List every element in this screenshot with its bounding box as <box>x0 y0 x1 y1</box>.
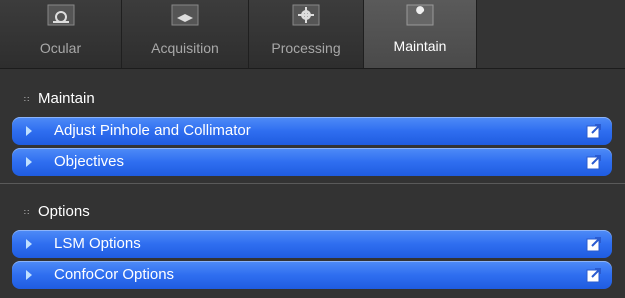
section-options-header[interactable]: ∷ Options <box>0 197 625 227</box>
expand-arrow-icon <box>26 157 32 167</box>
gear-icon <box>292 4 320 26</box>
bar-label: Objectives <box>54 153 125 170</box>
section-options-title: Options <box>38 203 90 220</box>
popout-icon[interactable] <box>586 267 602 283</box>
expand-arrow-icon <box>26 126 32 136</box>
section-maintain-title: Maintain <box>38 90 95 107</box>
bar-label: Adjust Pinhole and Collimator <box>54 122 251 139</box>
tab-ocular[interactable]: Ocular <box>0 0 122 68</box>
grip-icon: ∷ <box>24 208 30 217</box>
acquisition-icon <box>171 4 199 26</box>
expand-arrow-icon <box>26 239 32 249</box>
tool-panel: Ocular Acquisition Processing Maintain ∷… <box>0 0 625 298</box>
confocor-options-button[interactable]: ConfoCor Options <box>12 261 612 289</box>
bar-label: ConfoCor Options <box>54 266 175 283</box>
tab-maintain-label: Maintain <box>393 38 447 54</box>
tab-ocular-label: Ocular <box>39 40 82 56</box>
adjust-pinhole-collimator-button[interactable]: Adjust Pinhole and Collimator <box>12 117 612 145</box>
wrench-icon <box>406 4 434 26</box>
tab-acquisition[interactable]: Acquisition <box>122 0 249 68</box>
tab-bar: Ocular Acquisition Processing Maintain <box>0 0 625 69</box>
tab-processing[interactable]: Processing <box>249 0 364 68</box>
tab-maintain[interactable]: Maintain <box>364 0 477 68</box>
grip-icon: ∷ <box>24 95 30 104</box>
section-divider <box>0 183 625 184</box>
tab-bar-filler <box>477 0 625 68</box>
bar-label: LSM Options <box>54 235 141 252</box>
objectives-button[interactable]: Objectives <box>12 148 612 176</box>
popout-icon[interactable] <box>586 123 602 139</box>
tab-acquisition-label: Acquisition <box>151 40 219 56</box>
popout-icon[interactable] <box>586 154 602 170</box>
popout-icon[interactable] <box>586 236 602 252</box>
expand-arrow-icon <box>26 270 32 280</box>
lsm-options-button[interactable]: LSM Options <box>12 230 612 258</box>
section-maintain-header[interactable]: ∷ Maintain <box>0 84 625 114</box>
tab-processing-label: Processing <box>271 40 341 56</box>
microscope-icon <box>47 4 74 26</box>
